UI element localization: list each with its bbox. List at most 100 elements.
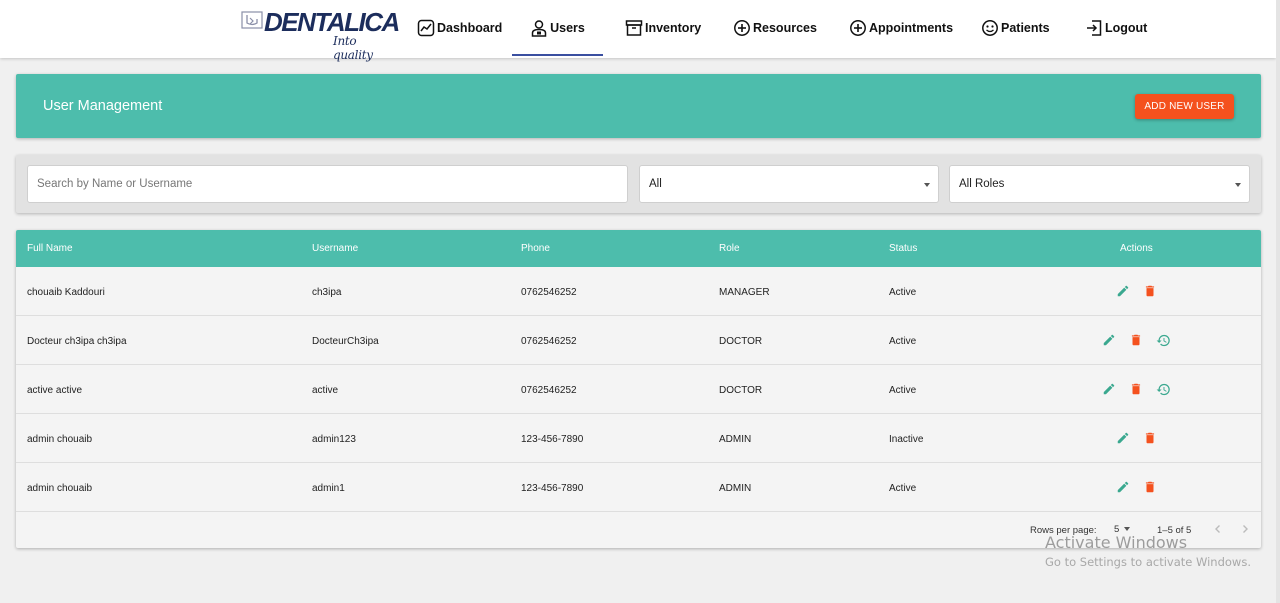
- delete-icon: [1131, 334, 1141, 346]
- chevron-right-icon: [1243, 525, 1248, 533]
- table-row: active active active 0762546252 DOCTOR Activ…: [16, 365, 1261, 414]
- cell-status: Active: [889, 483, 917, 494]
- users-table: Full Name Username Phone Role Status Act…: [16, 230, 1261, 548]
- cell-status: Active: [889, 336, 917, 347]
- column-header-actions: Actions: [1120, 243, 1153, 254]
- nav-logout-label: Logout: [1105, 21, 1148, 35]
- logout-icon: [1087, 20, 1102, 36]
- edit-icon: [1117, 481, 1128, 493]
- cell-username: admin1: [312, 483, 345, 494]
- face-icon: [982, 20, 998, 36]
- cell-username: DocteurCh3ipa: [312, 336, 379, 347]
- delete-button[interactable]: [1141, 282, 1159, 300]
- history-button[interactable]: [1154, 380, 1172, 398]
- previous-page-button[interactable]: [1210, 521, 1226, 537]
- next-page-button[interactable]: [1237, 521, 1253, 537]
- table-header: Full Name Username Phone Role Status Act…: [16, 230, 1261, 267]
- table-row: admin chouaib admin1 123-456-7890 ADMIN Acti…: [16, 463, 1261, 512]
- delete-icon: [1145, 285, 1154, 297]
- nav-users-label: Users: [550, 21, 585, 35]
- cell-full-name: chouaib Kaddouri: [27, 287, 105, 298]
- brand-tagline: Into quality: [333, 34, 373, 62]
- column-header-username[interactable]: Username: [312, 243, 358, 254]
- cell-phone: 123-456-7890: [521, 483, 584, 494]
- page-title: User Management: [43, 98, 163, 114]
- row-actions: [1100, 331, 1172, 349]
- nav-users[interactable]: Users: [512, 0, 603, 56]
- cell-status: Inactive: [889, 434, 924, 445]
- edit-icon: [1103, 334, 1115, 346]
- chart-line-icon: [417, 19, 435, 37]
- brand-name: DENTALICA: [264, 7, 400, 37]
- table-row: chouaib Kaddouri ch3ipa 0762546252 MANAGER A…: [16, 267, 1261, 316]
- role-filter-select[interactable]: All Roles: [949, 165, 1250, 203]
- cell-status: Active: [889, 287, 917, 298]
- row-actions: [1114, 429, 1159, 447]
- cell-full-name: Docteur ch3ipa ch3ipa: [27, 336, 127, 347]
- search-input[interactable]: [27, 165, 628, 203]
- chevron-down-icon: [924, 183, 930, 187]
- cell-username: active: [312, 385, 339, 396]
- cell-full-name: active active: [27, 385, 83, 396]
- nav-inventory-label: Inventory: [645, 21, 702, 35]
- add-new-user-button[interactable]: ADD NEW USER: [1135, 94, 1234, 119]
- edit-button[interactable]: [1100, 331, 1118, 349]
- edit-icon: [1117, 432, 1128, 444]
- cell-role: DOCTOR: [719, 385, 763, 396]
- nav-resources-label: Resources: [753, 21, 817, 35]
- column-header-phone[interactable]: Phone: [521, 243, 550, 254]
- row-actions: [1114, 282, 1159, 300]
- cell-phone: 0762546252: [521, 385, 577, 396]
- nav-inventory[interactable]: Inventory: [625, 0, 701, 56]
- page-scrollbar[interactable]: [1276, 0, 1280, 603]
- doctor-icon: [531, 20, 547, 37]
- nav-dashboard[interactable]: Dashboard: [417, 0, 502, 56]
- role-filter-value: All Roles: [959, 178, 1005, 190]
- delete-icon: [1145, 432, 1154, 444]
- filter-bar: All All Roles: [16, 155, 1261, 213]
- add-circle-icon: [850, 20, 866, 36]
- column-header-status[interactable]: Status: [889, 243, 917, 254]
- history-icon: [1156, 383, 1170, 395]
- status-filter-value: All: [649, 178, 662, 190]
- cell-username: ch3ipa: [312, 287, 342, 298]
- top-navbar: DENTALICA Into quality Dashboard Users I…: [0, 0, 1276, 62]
- edit-icon: [1117, 285, 1128, 297]
- cell-full-name: admin chouaib: [27, 483, 93, 494]
- user-management-header: User Management ADD NEW USER: [16, 74, 1261, 138]
- table-row: admin chouaib admin123 123-456-7890 ADMIN In…: [16, 414, 1261, 463]
- cell-status: Active: [889, 385, 917, 396]
- edit-button[interactable]: [1114, 429, 1132, 447]
- cell-username: admin123: [312, 434, 356, 445]
- cell-full-name: admin chouaib: [27, 434, 93, 445]
- column-header-full-name[interactable]: Full Name: [27, 243, 73, 254]
- delete-button[interactable]: [1141, 429, 1159, 447]
- edit-button[interactable]: [1100, 380, 1118, 398]
- nav-dashboard-label: Dashboard: [437, 21, 503, 35]
- edit-button[interactable]: [1114, 282, 1132, 300]
- edit-button[interactable]: [1114, 478, 1132, 496]
- nav-patients[interactable]: Patients: [981, 0, 1050, 56]
- brand-logo[interactable]: DENTALICA Into quality: [241, 8, 400, 62]
- status-filter-select[interactable]: All: [639, 165, 939, 203]
- delete-icon: [1145, 481, 1154, 493]
- delete-button[interactable]: [1141, 478, 1159, 496]
- chevron-down-icon: [1235, 183, 1241, 187]
- row-actions: [1100, 380, 1172, 398]
- nav-resources[interactable]: Resources: [733, 0, 817, 56]
- history-icon: [1156, 334, 1170, 346]
- history-button[interactable]: [1154, 331, 1172, 349]
- nav-appointments-label: Appointments: [869, 21, 954, 35]
- cell-phone: 0762546252: [521, 287, 577, 298]
- edit-icon: [1103, 383, 1115, 395]
- cell-phone: 123-456-7890: [521, 434, 584, 445]
- cell-role: ADMIN: [719, 434, 752, 445]
- nav-appointments[interactable]: Appointments: [849, 0, 953, 56]
- add-circle-icon: [734, 20, 750, 36]
- nav-logout[interactable]: Logout: [1085, 0, 1147, 56]
- delete-button[interactable]: [1127, 331, 1145, 349]
- cell-phone: 0762546252: [521, 336, 577, 347]
- delete-button[interactable]: [1127, 380, 1145, 398]
- column-header-role[interactable]: Role: [719, 243, 740, 254]
- windows-activation-title: Activate Windows: [1045, 533, 1188, 552]
